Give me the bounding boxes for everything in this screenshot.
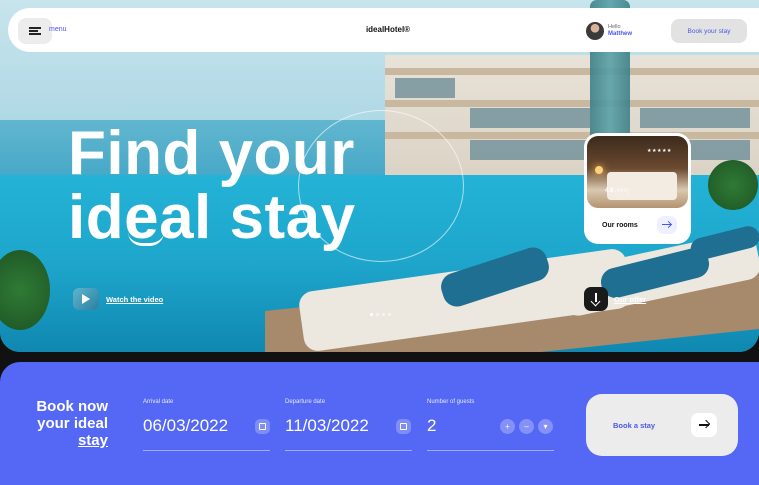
field-underline	[143, 450, 270, 451]
book-a-stay-button[interactable]: Book a stay	[586, 394, 738, 456]
rooms-arrow-button[interactable]	[657, 216, 677, 234]
field-underline	[427, 450, 554, 451]
building-window	[640, 108, 750, 128]
building-floor	[385, 68, 759, 75]
rating-value: 4.8	[605, 188, 614, 194]
departure-date-field[interactable]: Departure date 11/03/2022	[285, 399, 412, 451]
minus-guest-button[interactable]: –	[519, 419, 534, 434]
book-your-stay-button[interactable]: Book your stay	[671, 19, 747, 43]
hotel-logo[interactable]: idealHotel®	[353, 25, 423, 34]
greeting-text: Hello	[608, 24, 621, 30]
booking-bar: Book now your ideal stay Arrival date 06…	[0, 362, 759, 485]
palm-plant	[708, 160, 758, 210]
book-a-stay-label: Book a stay	[613, 421, 656, 430]
hamburger-icon	[29, 27, 41, 29]
hero-section: Find your ideal stay Watch the video Our…	[0, 0, 759, 352]
departure-date-value[interactable]: 11/03/2022	[285, 416, 369, 436]
star-rating-icons: ★★★★★	[647, 148, 672, 154]
our-offer-button[interactable]	[584, 287, 608, 311]
arrow-right-icon	[691, 413, 717, 437]
guests-label: Number of guests	[427, 399, 475, 405]
slider-dot[interactable]	[388, 313, 391, 316]
play-icon	[82, 294, 90, 304]
building-window	[470, 108, 590, 128]
top-navbar: menu idealHotel® Hello Matthew Book your…	[8, 8, 759, 52]
arrival-date-label: Arrival date	[143, 399, 174, 405]
arrival-date-field[interactable]: Arrival date 06/03/2022	[143, 399, 270, 451]
bed	[607, 172, 677, 200]
headline-line: ideal stay	[68, 183, 356, 252]
menu-label[interactable]: menu	[49, 26, 67, 33]
room-rating: 4.8 (645)	[605, 188, 629, 194]
building-window	[395, 78, 455, 98]
booking-title: Book now your ideal stay	[18, 398, 108, 449]
arrival-date-value[interactable]: 06/03/2022	[143, 416, 228, 436]
lamp	[595, 166, 603, 174]
user-avatar[interactable]	[586, 22, 604, 40]
slider-dot[interactable]	[382, 313, 385, 316]
slider-dots	[370, 303, 394, 321]
guests-dropdown-button[interactable]: ▾	[538, 419, 553, 434]
hamburger-icon	[29, 30, 38, 32]
slider-dot[interactable]	[376, 313, 379, 316]
calendar-glyph	[400, 423, 407, 430]
rooms-card[interactable]: ★★★★★ 4.8 (645) Our rooms	[584, 133, 691, 244]
arrow-head	[701, 419, 711, 429]
booking-title-line: your ideal	[37, 415, 108, 432]
menu-button[interactable]	[18, 18, 52, 44]
field-underline	[285, 450, 412, 451]
video-thumbnail[interactable]	[73, 288, 99, 310]
user-name[interactable]: Matthew	[608, 31, 632, 37]
calendar-glyph	[259, 423, 266, 430]
booking-title-line: stay	[77, 432, 108, 449]
departure-date-label: Departure date	[285, 399, 326, 405]
plus-guest-button[interactable]: +	[500, 419, 515, 434]
guests-value[interactable]: 2	[427, 416, 436, 436]
rooms-label: Our rooms	[602, 222, 638, 229]
guests-field[interactable]: Number of guests 2	[427, 399, 554, 451]
watch-video-link[interactable]: Watch the video	[106, 295, 163, 304]
arrow-down-head	[590, 296, 601, 307]
booking-title-line: Book now	[36, 398, 108, 415]
room-image: ★★★★★ 4.8 (645)	[587, 136, 688, 208]
headline-line: Find your	[68, 119, 355, 188]
review-count: (645)	[615, 188, 630, 194]
our-offer-link[interactable]: Our offer	[614, 295, 646, 304]
building-floor	[385, 100, 759, 107]
slider-dot[interactable]	[370, 313, 373, 316]
calendar-icon[interactable]	[255, 419, 270, 434]
calendar-icon[interactable]	[396, 419, 411, 434]
arrow-right-head	[664, 220, 673, 229]
hero-headline: Find your ideal stay	[68, 122, 356, 250]
hamburger-icon	[29, 33, 41, 35]
